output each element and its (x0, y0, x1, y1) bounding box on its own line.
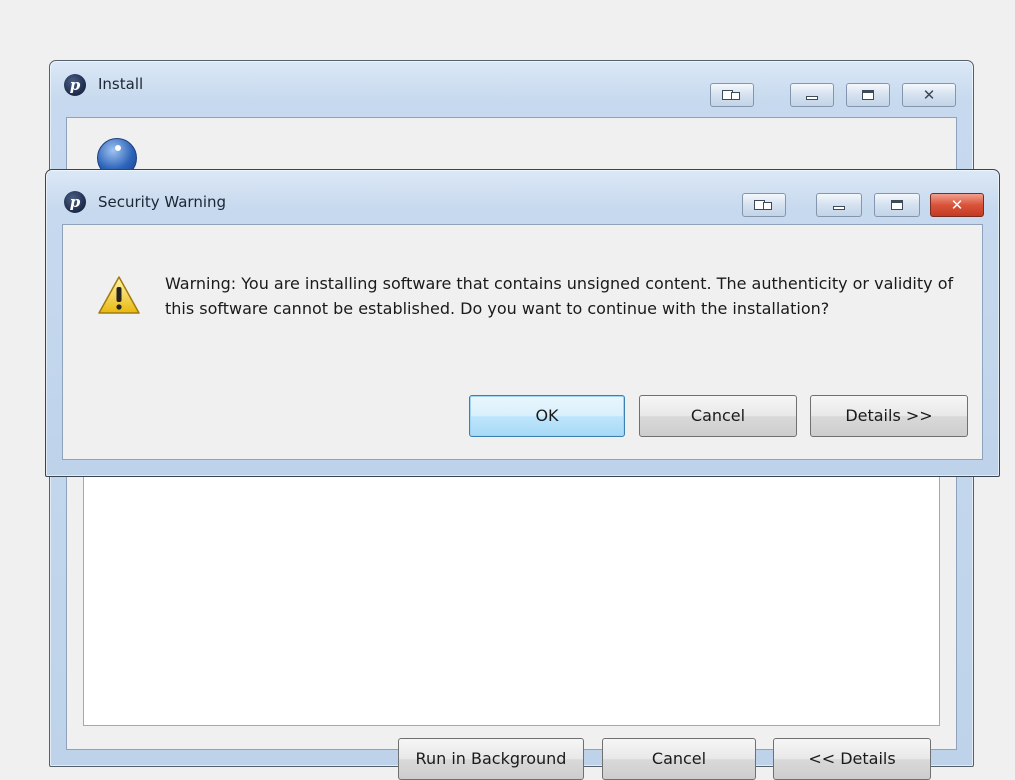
warning-message: Warning: You are installing software tha… (165, 274, 954, 318)
warning-minimize-button[interactable] (816, 193, 862, 217)
install-maximize-button[interactable] (846, 83, 890, 107)
install-cancel-button[interactable]: Cancel (602, 738, 756, 780)
restore-to-tray-button[interactable] (742, 193, 786, 217)
run-in-background-button[interactable]: Run in Background (398, 738, 584, 780)
install-close-button[interactable]: ✕ (902, 83, 956, 107)
install-minimize-button[interactable] (790, 83, 834, 107)
close-icon: ✕ (950, 195, 964, 214)
warning-triangle-icon (98, 276, 140, 314)
app-logo-icon: p (64, 191, 86, 213)
maximize-icon (891, 200, 903, 210)
minimize-icon (833, 206, 845, 210)
minimize-icon (806, 96, 818, 100)
ok-button[interactable]: OK (469, 395, 625, 437)
app-logo-icon: p (64, 74, 86, 96)
restore-to-tray-button[interactable] (710, 83, 754, 107)
warning-close-button[interactable]: ✕ (930, 193, 984, 217)
close-icon: ✕ (922, 85, 936, 104)
install-window-title: Install (98, 75, 144, 93)
collapse-details-button[interactable]: << Details (773, 738, 931, 780)
restore-to-tray-icon (722, 89, 742, 101)
warning-cancel-button[interactable]: Cancel (639, 395, 797, 437)
warning-details-button[interactable]: Details >> (810, 395, 968, 437)
warning-client-area: Warning: You are installing software tha… (62, 224, 983, 460)
restore-to-tray-icon (754, 199, 774, 211)
warning-dialog-title: Security Warning (98, 193, 227, 211)
install-title-bar[interactable]: p Install ✕ (50, 61, 973, 107)
warning-maximize-button[interactable] (874, 193, 920, 217)
warning-title-bar[interactable]: p Security Warning ✕ (46, 170, 999, 217)
security-warning-dialog: p Security Warning ✕ Warning: You are in… (45, 169, 1000, 477)
maximize-icon (862, 90, 874, 100)
